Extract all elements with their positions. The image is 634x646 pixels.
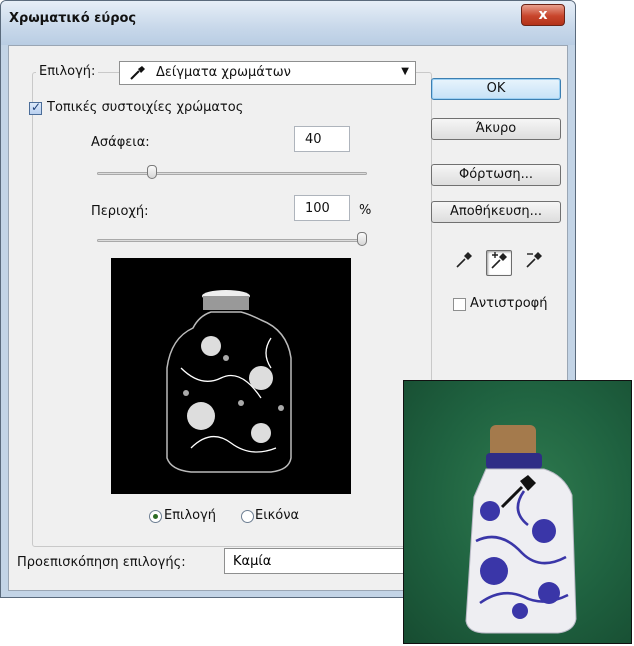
fuzziness-slider-thumb[interactable] [147, 165, 157, 179]
bottle-photo-illustration [465, 425, 577, 634]
range-unit: % [359, 203, 372, 218]
invert-label: Αντιστροφή [470, 296, 548, 311]
radio-selection[interactable] [149, 510, 162, 523]
radio-image-label: Εικόνα [255, 508, 300, 523]
invert-checkbox[interactable] [453, 298, 466, 311]
eyedropper-icon[interactable] [451, 250, 477, 276]
radio-image[interactable] [241, 510, 254, 523]
select-dropdown[interactable]: Δείγματα χρωμάτων ▼ [119, 61, 416, 85]
selection-preview-select[interactable]: Καμία [224, 548, 424, 574]
select-value: Δείγματα χρωμάτων [156, 65, 291, 80]
title-bar[interactable]: Χρωματικό εύρος x [1, 1, 575, 45]
fuzziness-label: Ασάφεια: [91, 135, 150, 150]
range-slider-track[interactable] [97, 239, 367, 242]
selection-preview-label: Προεπισκόπηση επιλογής: [17, 555, 186, 570]
eyedropper-plus-icon[interactable] [486, 250, 512, 276]
radio-selection-label: Επιλογή [164, 508, 217, 523]
ok-button[interactable]: OK [431, 78, 561, 100]
eyedropper-minus-icon[interactable] [521, 250, 547, 276]
chevron-down-icon: ▼ [401, 66, 409, 77]
cancel-button[interactable]: Άκυρο [431, 118, 561, 140]
range-input[interactable]: 100 [294, 195, 350, 221]
range-label: Περιοχή: [91, 204, 149, 219]
fuzziness-slider-track[interactable] [97, 172, 367, 175]
close-button[interactable]: x [521, 4, 565, 26]
local-clusters-checkbox[interactable]: ✓ [29, 100, 42, 115]
save-button[interactable]: Αποθήκευση... [431, 201, 561, 223]
local-clusters-label: Τοπικές συστοιχίες χρώματος [47, 100, 244, 115]
eyedropper-icon [129, 65, 147, 85]
selection-preview-image [111, 258, 351, 494]
bottle-mask-illustration [166, 290, 292, 473]
source-photo-inset [403, 380, 632, 644]
window-title: Χρωματικό εύρος [9, 11, 137, 26]
fuzziness-input[interactable]: 40 [294, 126, 350, 152]
load-button[interactable]: Φόρτωση... [431, 164, 561, 186]
select-label: Επιλογή: [36, 64, 99, 79]
range-slider-thumb[interactable] [357, 232, 367, 246]
